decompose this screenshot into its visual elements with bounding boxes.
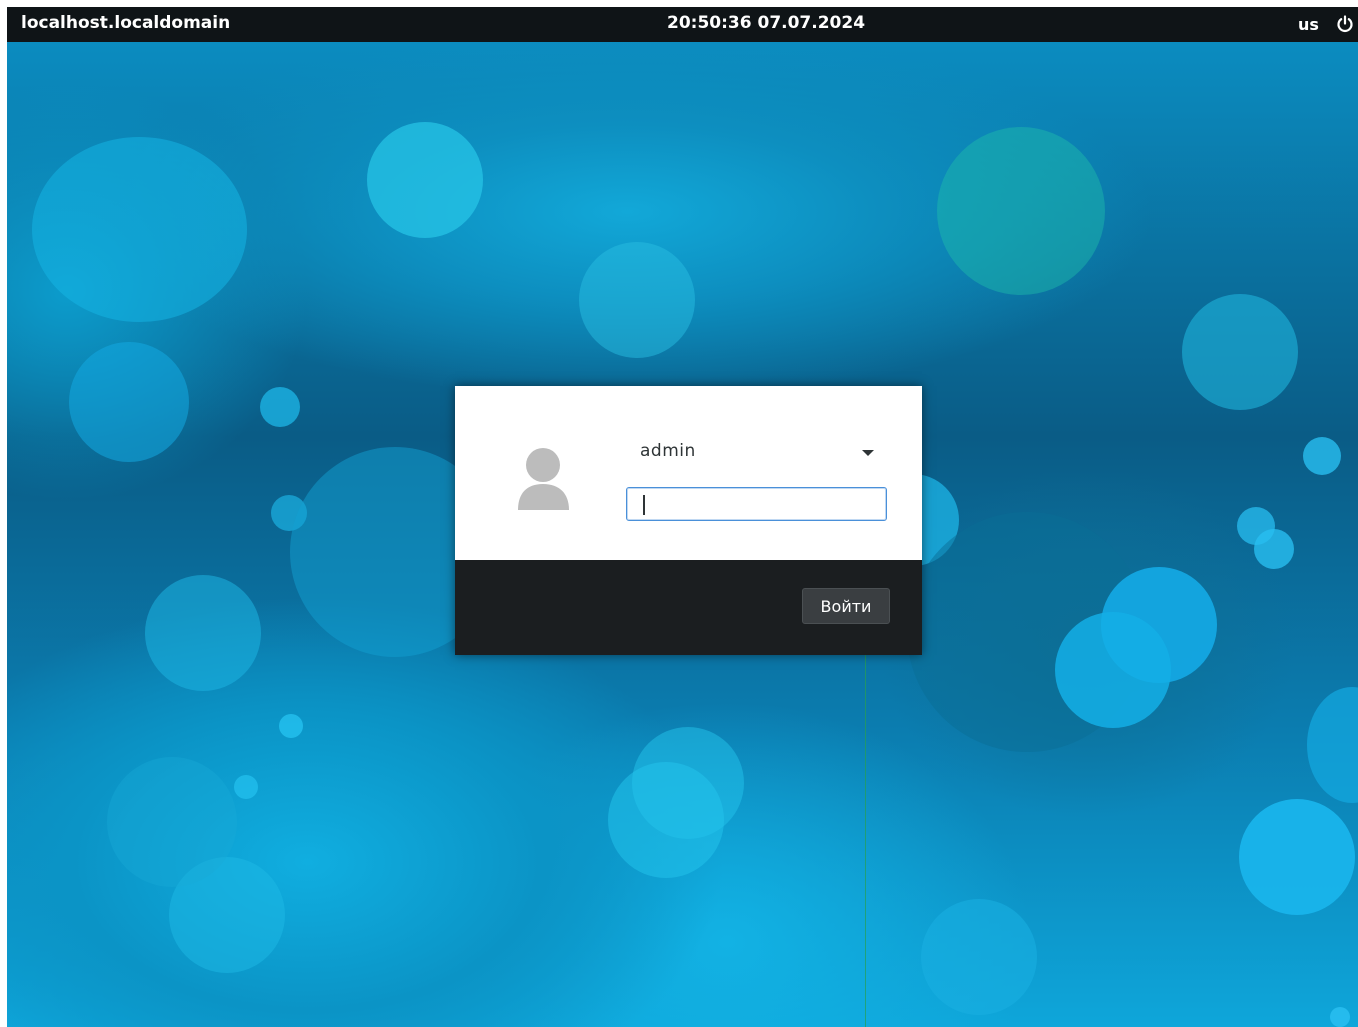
wallpaper-bokeh bbox=[1330, 1007, 1350, 1027]
wallpaper-bokeh bbox=[1055, 612, 1171, 728]
wallpaper-bokeh bbox=[579, 242, 695, 358]
clock[interactable]: 20:50:36 07.07.2024 bbox=[667, 13, 865, 33]
user-avatar-icon bbox=[514, 446, 574, 512]
user-select[interactable]: admin bbox=[627, 436, 889, 468]
username-label: admin bbox=[640, 441, 696, 461]
chevron-down-icon[interactable] bbox=[862, 450, 874, 456]
wallpaper-bokeh bbox=[367, 122, 483, 238]
top-panel: localhost.localdomain 20:50:36 07.07.202… bbox=[7, 7, 1358, 42]
wallpaper-bokeh bbox=[279, 714, 303, 738]
wallpaper-bokeh bbox=[1239, 799, 1355, 915]
login-dialog-body: admin bbox=[455, 386, 922, 560]
wallpaper-bokeh bbox=[1254, 529, 1294, 569]
wallpaper-bokeh bbox=[32, 137, 247, 322]
wallpaper-bokeh bbox=[1303, 437, 1341, 475]
wallpaper-bokeh bbox=[1307, 687, 1358, 803]
power-icon[interactable] bbox=[1336, 15, 1354, 33]
login-dialog-footer: Войти bbox=[455, 560, 922, 655]
wallpaper-bokeh bbox=[937, 127, 1105, 295]
wallpaper-bokeh bbox=[107, 757, 237, 887]
wallpaper-bokeh bbox=[234, 775, 258, 799]
wallpaper-bokeh bbox=[145, 575, 261, 691]
hostname-label: localhost.localdomain bbox=[21, 13, 231, 33]
login-button[interactable]: Войти bbox=[802, 588, 890, 624]
login-dialog: admin Войти bbox=[455, 386, 922, 655]
wallpaper-bokeh bbox=[1182, 294, 1298, 410]
text-cursor bbox=[643, 495, 645, 515]
wallpaper-bokeh bbox=[69, 342, 189, 462]
wallpaper-bokeh bbox=[921, 899, 1037, 1015]
wallpaper-bokeh bbox=[632, 727, 744, 839]
password-field[interactable] bbox=[626, 487, 887, 521]
screen: localhost.localdomain 20:50:36 07.07.202… bbox=[7, 7, 1358, 1027]
keyboard-layout-indicator[interactable]: us bbox=[1298, 15, 1319, 34]
wallpaper-bokeh bbox=[260, 387, 300, 427]
